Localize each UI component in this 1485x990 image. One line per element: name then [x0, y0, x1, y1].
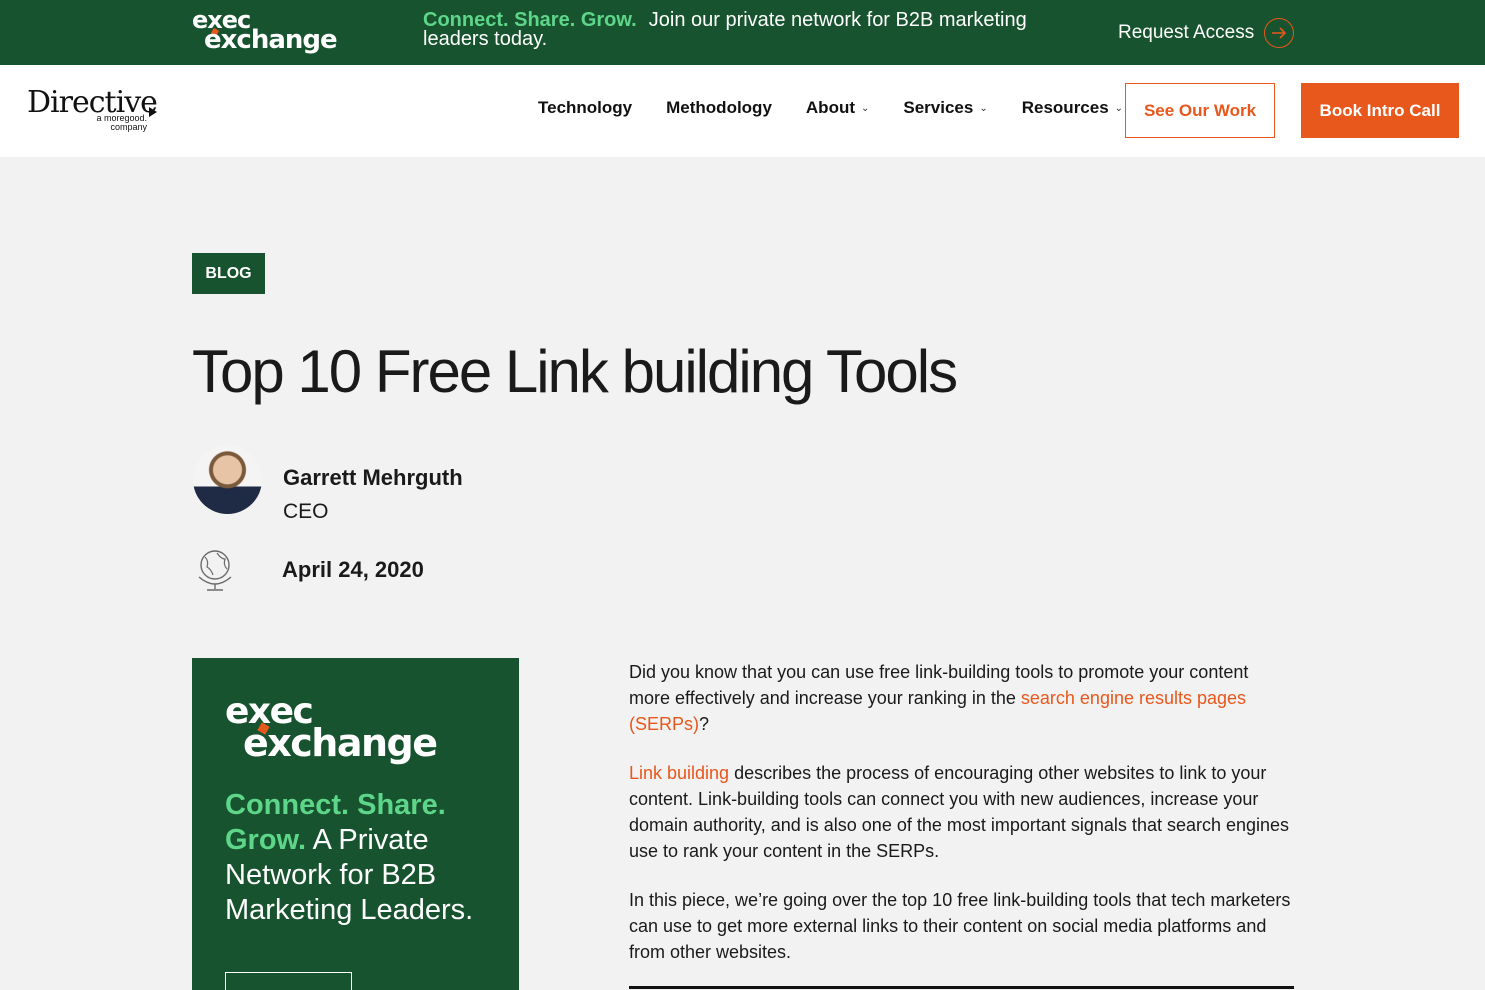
logo-line2: exchange: [204, 25, 338, 55]
article-body: Did you know that you can use free link-…: [629, 659, 1294, 988]
nav-item-methodology[interactable]: Methodology: [666, 98, 772, 118]
author-avatar: [193, 445, 262, 514]
link-building-link[interactable]: Link building: [629, 763, 729, 783]
top-banner: exec exchange Connect. Share. Grow. Join …: [0, 0, 1485, 65]
brand-triangle-icon: [149, 107, 157, 117]
nav-item-label: Services: [903, 98, 974, 117]
exec-exchange-logo[interactable]: exec exchange: [192, 8, 338, 56]
nav-item-services[interactable]: Services ⌄: [903, 98, 987, 118]
request-access-label: Request Access: [1118, 22, 1255, 43]
logo-line2: exchange: [243, 721, 438, 765]
brand-subtitle: a moregood. company: [96, 113, 147, 132]
category-badge[interactable]: BLOG: [192, 253, 265, 294]
page-title: Top 10 Free Link building Tools: [192, 338, 958, 405]
nav-item-resources[interactable]: Resources ⌄: [1022, 98, 1123, 118]
main-nav: Directive a moregood. company Technology…: [0, 65, 1485, 157]
author-role: CEO: [283, 500, 329, 523]
nav-item-label: Resources: [1021, 98, 1109, 117]
exec-exchange-logo: exec exchange: [225, 694, 445, 766]
nav-links: Technology Methodology About ⌄ Services ⌄ …: [538, 98, 1157, 118]
paragraph: In this piece, we’re going over the top …: [629, 890, 1291, 962]
chevron-down-icon: ⌄: [861, 102, 870, 114]
publish-date: April 24, 2020: [282, 557, 424, 582]
chevron-down-icon: ⌄: [979, 102, 988, 114]
globe-icon: [195, 547, 235, 592]
paragraph-text: ?: [699, 714, 710, 734]
request-access-link[interactable]: Request Access: [1118, 18, 1295, 48]
paragraph: Did you know that you can use free link-…: [629, 659, 1294, 737]
nav-item-label: Methodology: [666, 98, 772, 117]
book-intro-call-button[interactable]: Book Intro Call: [1301, 83, 1459, 138]
ad-cta-button[interactable]: [225, 972, 352, 990]
paragraph: Link building describes the process of e…: [629, 760, 1294, 864]
nav-item-label: Technology: [538, 98, 633, 117]
chevron-down-icon: ⌄: [1114, 102, 1124, 114]
see-our-work-button[interactable]: See Our Work: [1125, 83, 1275, 138]
content-divider: [629, 986, 1294, 989]
nav-item-technology[interactable]: Technology: [538, 98, 632, 118]
ad-message: Connect. Share. Grow. A Private Network …: [225, 788, 495, 928]
arrow-right-icon: [1264, 18, 1295, 48]
author-name: Garrett Mehrguth: [283, 465, 463, 490]
nav-item-about[interactable]: About ⌄: [806, 98, 869, 118]
directive-logo[interactable]: Directive a moregood. company: [27, 87, 167, 137]
banner-message: Connect. Share. Grow. Join our private ne…: [423, 10, 1073, 49]
exec-exchange-ad[interactable]: exec exchange Connect. Share. Grow. A Pr…: [192, 658, 519, 990]
nav-item-label: About: [805, 98, 855, 117]
